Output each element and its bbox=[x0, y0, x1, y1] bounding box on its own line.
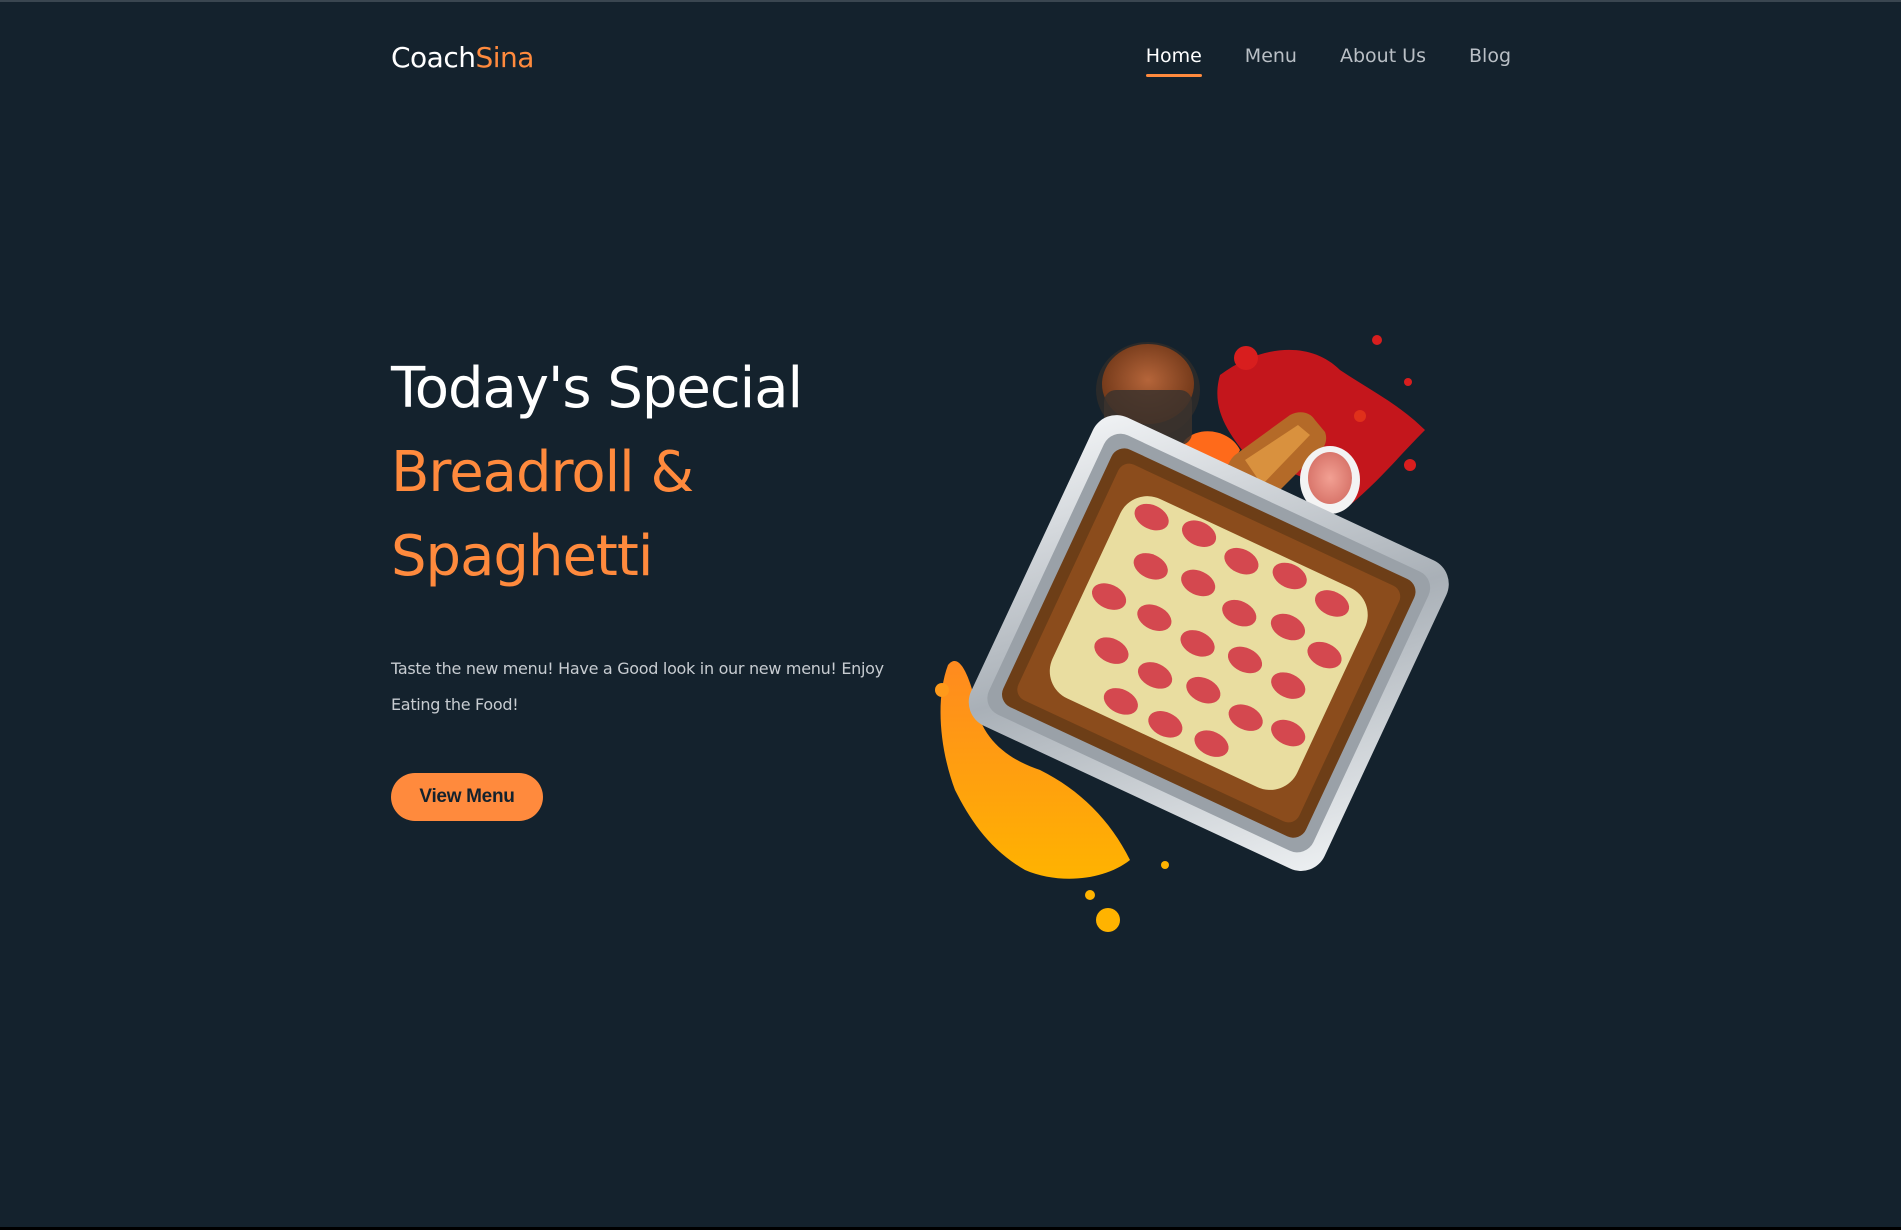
food-tray-illustration bbox=[930, 320, 1450, 950]
logo-text-primary: Coach bbox=[391, 40, 476, 74]
hero-section: Today's Special Breadroll & Spaghetti Ta… bbox=[391, 347, 931, 821]
hero-description: Taste the new menu! Have a Good look in … bbox=[391, 659, 884, 714]
nav-links: Home Menu About Us Blog bbox=[1103, 39, 1511, 77]
nav-item-home[interactable]: Home bbox=[1145, 39, 1202, 77]
nav-item-about-us[interactable]: About Us bbox=[1340, 39, 1426, 75]
hero-title: Today's Special bbox=[391, 356, 803, 421]
hero-subtitle: Breadroll & Spaghetti bbox=[391, 440, 694, 589]
logo[interactable]: CoachSina bbox=[391, 41, 534, 74]
navbar: CoachSina Home Menu About Us Blog bbox=[391, 32, 1511, 82]
logo-text-accent: Sina bbox=[475, 40, 534, 74]
nav-item-blog[interactable]: Blog bbox=[1469, 39, 1511, 75]
food-image-svg bbox=[935, 335, 1449, 932]
nav-item-menu[interactable]: Menu bbox=[1245, 39, 1297, 75]
view-menu-button[interactable]: View Menu bbox=[391, 773, 543, 821]
page: CoachSina Home Menu About Us Blog Today'… bbox=[0, 0, 1901, 1230]
